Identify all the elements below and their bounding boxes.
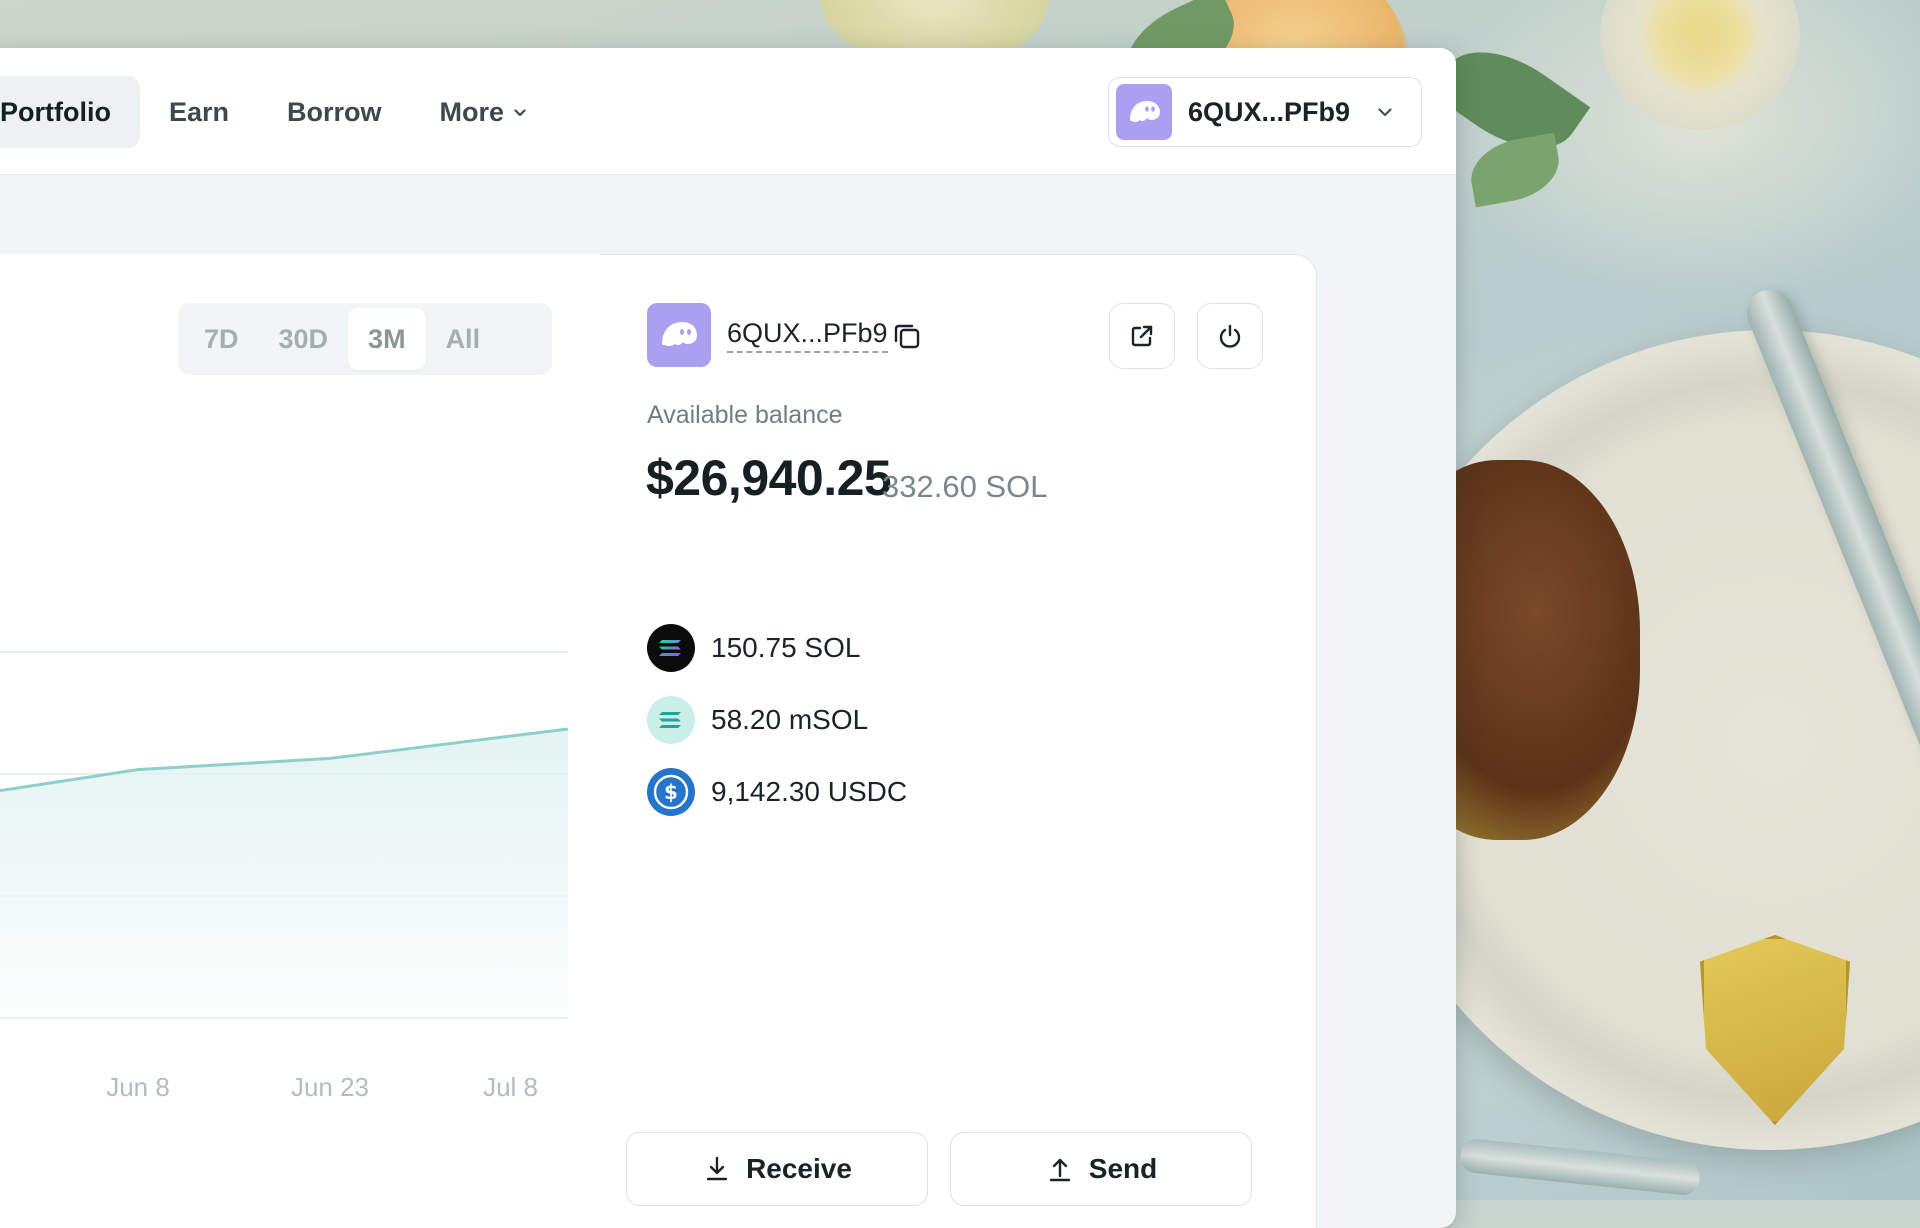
nav-more[interactable]: More xyxy=(411,76,556,148)
receive-label: Receive xyxy=(746,1153,852,1185)
chart-x-tick-label: Jul 8 xyxy=(483,1072,538,1102)
solana-icon xyxy=(647,624,695,672)
nav-borrow[interactable]: Borrow xyxy=(258,76,411,148)
range-selector: 7D 30D 3M All xyxy=(178,303,552,375)
wallet-balance-card: 6QUX...PFb9 Available balance $26,940.25… xyxy=(600,254,1317,1228)
token-amount-sol: 150.75 SOL xyxy=(711,632,860,664)
wallet-selector[interactable]: 6QUX...PFb9 xyxy=(1108,77,1422,147)
bowl-illustration xyxy=(1600,0,1800,130)
phantom-ghost-icon xyxy=(647,303,711,367)
chart-x-tick-label: Jun 8 xyxy=(106,1072,170,1102)
range-all[interactable]: All xyxy=(426,308,501,370)
token-row-sol: 150.75 SOL xyxy=(647,623,860,673)
wallet-address: 6QUX...PFb9 xyxy=(727,318,888,353)
token-row-usdc: $ 9,142.30 USDC xyxy=(647,767,907,817)
disconnect-button[interactable] xyxy=(1197,303,1263,369)
chevron-down-icon xyxy=(1378,108,1392,117)
token-row-msol: 58.20 mSOL xyxy=(647,695,868,745)
msol-icon xyxy=(647,696,695,744)
svg-text:$: $ xyxy=(664,780,678,804)
balance-usd: $26,940.25 xyxy=(646,449,891,507)
usdc-icon: $ xyxy=(647,768,695,816)
fork-illustration xyxy=(1459,1138,1701,1197)
range-30d[interactable]: 30D xyxy=(259,308,349,370)
chart-x-tick-label: Jun 23 xyxy=(291,1072,369,1102)
send-button[interactable]: Send xyxy=(950,1132,1252,1206)
download-icon xyxy=(702,1154,732,1184)
available-balance-label: Available balance xyxy=(647,401,843,430)
leaf-illustration xyxy=(1465,133,1564,208)
chart-area-fill xyxy=(0,729,568,1018)
receive-button[interactable]: Receive xyxy=(626,1132,928,1206)
top-nav-bar: Portfolio Earn Borrow More 6QUX xyxy=(0,48,1456,175)
chevron-down-icon xyxy=(514,109,526,117)
nav-portfolio-label: Portfolio xyxy=(0,97,111,128)
external-link-icon xyxy=(1127,321,1157,351)
portfolio-chart: Jun 8 Jun 23 Jul 8 xyxy=(0,254,600,1228)
token-amount-msol: 58.20 mSOL xyxy=(711,704,868,736)
nav-borrow-label: Borrow xyxy=(287,97,382,128)
range-7d[interactable]: 7D xyxy=(184,308,259,370)
app-window: Portfolio Earn Borrow More 6QUX xyxy=(0,48,1456,1228)
nav-earn[interactable]: Earn xyxy=(140,76,258,148)
main-nav: Portfolio Earn Borrow More xyxy=(0,76,555,148)
range-3m[interactable]: 3M xyxy=(348,308,426,370)
phantom-ghost-icon xyxy=(1116,84,1172,140)
wallet-address: 6QUX...PFb9 xyxy=(1188,97,1350,128)
portfolio-chart-card: Jun 8 Jun 23 Jul 8 7D 30D 3M All xyxy=(0,254,601,1228)
power-icon xyxy=(1215,321,1245,351)
copy-icon[interactable] xyxy=(890,319,924,353)
balance-sol: 332.60 SOL xyxy=(882,469,1047,505)
nav-portfolio[interactable]: Portfolio xyxy=(0,76,140,148)
upload-icon xyxy=(1045,1154,1075,1184)
send-label: Send xyxy=(1089,1153,1157,1185)
open-explorer-button[interactable] xyxy=(1109,303,1175,369)
token-amount-usdc: 9,142.30 USDC xyxy=(711,776,907,808)
nav-earn-label: Earn xyxy=(169,97,229,128)
nav-more-label: More xyxy=(440,97,505,128)
